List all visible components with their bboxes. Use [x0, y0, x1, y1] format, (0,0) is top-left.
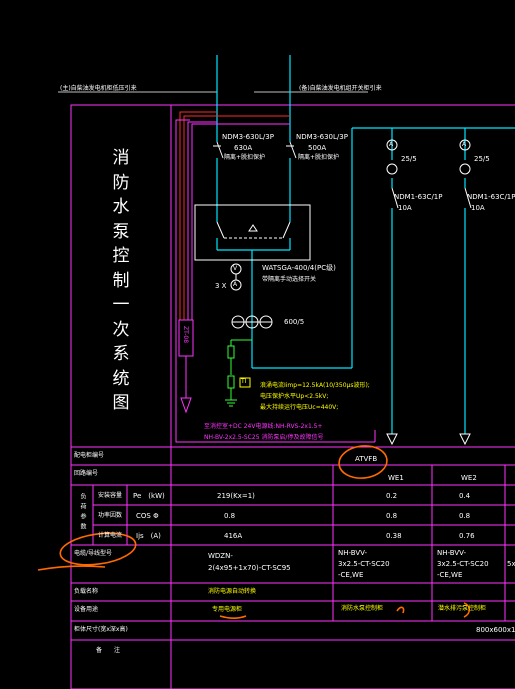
main-cable-1: WDZN-	[208, 552, 233, 560]
atv-label: ATVFB	[355, 455, 378, 463]
row-load-name: 负载名称	[74, 588, 99, 595]
incoming-main-label: (主)自柴油发电机柜低压引来	[60, 85, 137, 92]
branch-arrows	[386, 433, 471, 446]
breaker-left-desc: 隔离+脱扣保护	[224, 154, 266, 161]
branch1-breaker-model: NDM1-63C/1P	[394, 193, 443, 201]
main-cos: 0.8	[224, 512, 236, 520]
voltmeter-icon: V	[233, 265, 238, 272]
row-circuit-no: 回路编号	[74, 470, 99, 477]
control-note-2: NH-BV-2x2.5-SC25 消防泵启/停及故障信号	[204, 434, 324, 441]
meters	[230, 139, 471, 329]
circuit-2-load-name: 潜水排污泵控制柜	[438, 605, 487, 612]
breaker-right-model: NDM3-630L/3P	[296, 133, 348, 141]
circuit-1-load-name: 消防水泵控制柜	[341, 605, 384, 612]
circuit-1-cos: 0.8	[386, 512, 398, 520]
incoming-backup-label: (备)自柴油发电机组开关柜引来	[299, 85, 382, 92]
circuit-1-id: WE1	[388, 474, 404, 482]
row-cabinet-size: 柜体尺寸(宽x深x高)	[74, 626, 128, 633]
circuit-2-ijs: 0.76	[459, 532, 475, 540]
breaker-right-rating: 500A	[308, 144, 327, 152]
circuit-2-cable-2: 3x2.5-CT-SC20	[437, 560, 489, 568]
ats-model: WATSGA-400/4(PC级)	[262, 264, 336, 272]
breaker-left-model: NDM3-630L/3P	[222, 133, 274, 141]
ammeter-count: 3 X	[215, 282, 227, 290]
spd-note-2: 电压保护水平Up<2.5kV;	[260, 393, 329, 400]
main-device-use: 专用电源柜	[212, 606, 243, 613]
row-load-power: 安装容量	[98, 492, 123, 499]
ijs-unit: Ijs (A)	[136, 532, 161, 540]
circuit-3-cable-2: 5x	[507, 560, 515, 568]
row-remarks: 备 注	[96, 647, 121, 654]
cabinet-size-value: 800x600x1800	[476, 626, 515, 634]
branch2-ct-ratio: 25/5	[474, 155, 490, 163]
circuit-1-ijs: 0.38	[386, 532, 402, 540]
main-pe: 219(Kx=1)	[217, 492, 255, 500]
branch2-ammeter-icon: A	[462, 141, 467, 148]
branch2-breaker-model: NDM1-63C/1P	[467, 193, 515, 201]
branch1-breaker-rating: 10A	[398, 204, 412, 212]
circuit-1-cable-1: NH-BVV-	[338, 549, 368, 557]
branch1-ammeter-icon: A	[389, 141, 394, 148]
circuit-2-id: WE2	[461, 474, 477, 482]
row-power-factor: 功率因数	[98, 512, 123, 519]
breaker-right-desc: 隔离+脱扣保护	[298, 154, 340, 161]
circuit-2-cable-1: NH-BVV-	[437, 549, 467, 557]
branch1-ct-ratio: 25/5	[401, 155, 417, 163]
spd-note-1: 浪涌电流Iimp=12.5kA(10/350μs波形);	[260, 382, 370, 389]
spd-label: TI	[241, 378, 247, 385]
circuit-2-cable-3: -CE,WE	[437, 571, 463, 579]
circuit-2-cos: 0.8	[459, 512, 471, 520]
control-note-1: 至消控室+DC 24V电源线:NH-RVS-2x1.5+	[204, 423, 323, 430]
main-load-name: 消防电源自动转换	[208, 588, 257, 595]
circuit-1-cable-2: 3x2.5-CT-SC20	[338, 560, 390, 568]
circuit-2-pe: 0.4	[459, 492, 471, 500]
zt-label: ZT-08	[182, 326, 189, 344]
row-cabinet-no: 配电柜编号	[74, 452, 105, 459]
main-ijs: 416A	[224, 532, 243, 540]
circuit-1-cable-3: -CE,WE	[338, 571, 364, 579]
ats-desc: 带隔离手动选择开关	[262, 276, 317, 283]
vertical-title: 消防水泵控制一次系统图	[112, 148, 130, 413]
ct-ratio: 600/5	[284, 318, 305, 326]
feeder-lines	[216, 55, 515, 434]
breaker-left-rating: 630A	[234, 144, 253, 152]
pe-unit: Pe (kW)	[133, 492, 165, 500]
branch2-breaker-rating: 10A	[471, 204, 485, 212]
row-load-group: 负荷参数	[79, 493, 86, 533]
single-line-diagram	[37, 55, 515, 689]
main-cable-2: 2(4x95+1x70)-CT-SC95	[208, 564, 291, 572]
spd-symbol	[225, 339, 252, 407]
row-device-use: 设备用途	[74, 606, 99, 613]
row-calc-current: 计算电流	[98, 532, 123, 539]
row-cable-spec: 电缆/导线型号	[74, 550, 113, 557]
spd-note-3: 最大持续运行电压Uc=440V;	[260, 404, 339, 411]
circuit-1-pe: 0.2	[386, 492, 398, 500]
cos-phi: COS Φ	[136, 512, 159, 520]
ammeter-icon: A	[233, 281, 238, 288]
